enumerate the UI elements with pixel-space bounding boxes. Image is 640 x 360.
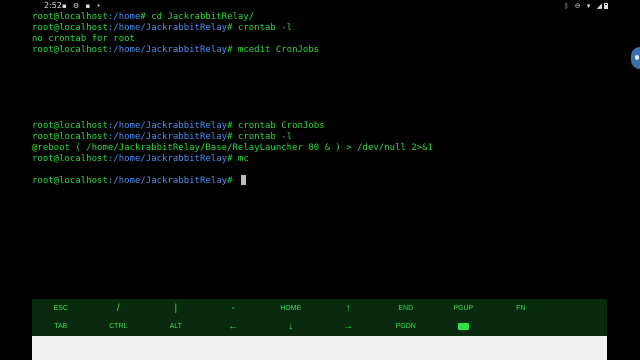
key-empty xyxy=(492,317,550,336)
prompt-command: # mcedit CronJobs xyxy=(227,44,320,55)
key-empty xyxy=(550,317,608,336)
terminal-line: root@localhost:/home/JackrabbitRelay# cr… xyxy=(32,121,607,132)
prompt-path: :/home/JackrabbitRelay xyxy=(107,44,228,55)
prompt-path: :/home/JackrabbitRelay xyxy=(107,176,228,187)
prompt-path: :/home/JackrabbitRelay xyxy=(107,153,228,164)
key-[interactable]: ↓ xyxy=(262,317,320,336)
keyboard-icon xyxy=(457,323,469,330)
key-home[interactable]: HOME xyxy=(262,299,320,317)
bottom-input-area[interactable] xyxy=(32,336,607,360)
key-[interactable]: ← xyxy=(205,317,263,336)
key-end[interactable]: END xyxy=(377,299,435,317)
key-[interactable]: | xyxy=(147,299,205,317)
key-tab[interactable]: TAB xyxy=(32,317,90,336)
terminal-line: root@localhost:/home/JackrabbitRelay# mc xyxy=(32,154,607,165)
terminal-output[interactable]: root@localhost:/home# cd JackrabbitRelay… xyxy=(32,12,607,300)
status-time: 2:52 xyxy=(44,1,62,10)
screen: 2:52 ▪ ⚙ ▪ • ᛒ ⊖ ▾ ◢ root@localhost:/hom… xyxy=(0,0,640,360)
prompt-user: root@localhost xyxy=(32,22,108,33)
key-[interactable]: / xyxy=(90,299,148,317)
terminal-line: no crontab for root xyxy=(32,34,607,45)
prompt-command: # mc xyxy=(227,153,249,164)
prompt-command: # crontab -l xyxy=(227,131,293,142)
battery-icon xyxy=(604,3,608,9)
output-text: no crontab for root xyxy=(32,33,135,44)
terminal-line: root@localhost:/home/JackrabbitRelay# mc… xyxy=(32,45,607,56)
key-pgdn[interactable]: PGDN xyxy=(377,317,435,336)
key-ctrl[interactable]: CTRL xyxy=(90,317,148,336)
prompt-command: # xyxy=(227,176,238,187)
key-fn[interactable]: FN xyxy=(492,299,550,317)
prompt-command: # cd JackrabbitRelay/ xyxy=(140,12,255,22)
prompt-path: :/home/JackrabbitRelay xyxy=(107,120,228,131)
text-cursor xyxy=(240,175,246,186)
prompt-path: :/home/JackrabbitRelay xyxy=(107,131,228,142)
notification-icons: ▪ ⚙ ▪ • xyxy=(62,2,103,10)
side-drawer-handle[interactable] xyxy=(631,47,640,69)
keyboard-toggle-button[interactable] xyxy=(435,317,493,336)
terminal-line: root@localhost:/home/JackrabbitRelay# cr… xyxy=(32,132,607,143)
terminal-line: @reboot ( /home/JackrabbitRelay/Base/Rel… xyxy=(32,143,607,154)
system-icons: ᛒ ⊖ ▾ ◢ xyxy=(564,2,604,10)
prompt-user: root@localhost xyxy=(32,131,108,142)
prompt-path: :/home xyxy=(107,12,141,22)
key-esc[interactable]: ESC xyxy=(32,299,90,317)
terminal-line: root@localhost:/home/JackrabbitRelay# cr… xyxy=(32,23,607,34)
key-alt[interactable]: ALT xyxy=(147,317,205,336)
prompt-user: root@localhost xyxy=(32,44,108,55)
key-[interactable]: ↑ xyxy=(320,299,378,317)
status-bar: 2:52 ▪ ⚙ ▪ • ᛒ ⊖ ▾ ◢ xyxy=(0,0,640,12)
prompt-user: root@localhost xyxy=(32,120,108,131)
prompt-command: # crontab -l xyxy=(227,22,293,33)
key-[interactable]: → xyxy=(320,317,378,336)
key-pgup[interactable]: PGUP xyxy=(435,299,493,317)
prompt-path: :/home/JackrabbitRelay xyxy=(107,22,228,33)
extra-keys-bar: ESC / | - HOME ↑ END PGUP FN TAB CTRL ALT ← ↓ → PGDN xyxy=(32,299,607,336)
prompt-user: root@localhost xyxy=(32,153,108,164)
key-[interactable]: - xyxy=(205,299,263,317)
prompt-user: root@localhost xyxy=(32,176,108,187)
output-text: @reboot ( /home/JackrabbitRelay/Base/Rel… xyxy=(32,142,433,153)
key-empty xyxy=(550,299,608,317)
prompt-user: root@localhost xyxy=(32,12,108,22)
prompt-command: # crontab CronJobs xyxy=(227,120,325,131)
terminal-line: root@localhost:/home# cd JackrabbitRelay… xyxy=(32,12,607,23)
terminal-line: root@localhost:/home/JackrabbitRelay# xyxy=(32,175,607,186)
